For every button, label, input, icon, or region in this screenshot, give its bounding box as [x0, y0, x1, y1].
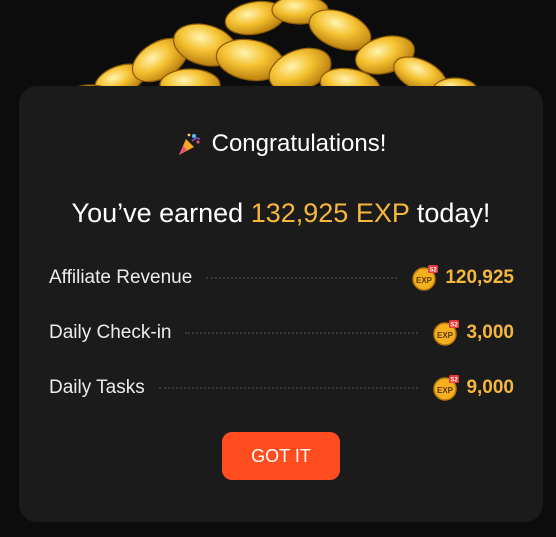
earned-headline: You’ve earned 132,925 EXP today! — [19, 198, 543, 229]
party-popper-icon — [178, 133, 200, 155]
season-badge-text: S2 — [451, 323, 459, 329]
season-badge-text: S2 — [430, 268, 438, 274]
reward-row-value: 3,000 — [466, 322, 514, 343]
exp-badge-text: EXP — [437, 331, 454, 340]
season-badge-text: S2 — [451, 378, 459, 384]
reward-row-value: 9,000 — [466, 377, 514, 398]
dotted-leader — [185, 332, 419, 334]
reward-row-daily-tasks: Daily Tasks EXP S2 9,000 — [49, 373, 514, 403]
exp-badge-text: EXP — [416, 276, 433, 285]
congratulations-text: Congratulations! — [211, 130, 387, 157]
reward-row-value: 120,925 — [445, 267, 514, 288]
headline-prefix: You’ve earned — [71, 198, 244, 228]
got-it-button[interactable]: GOT IT — [222, 432, 340, 480]
dotted-leader — [158, 387, 419, 389]
reward-row-label: Daily Check-in — [49, 322, 172, 343]
headline-suffix: today! — [416, 198, 491, 228]
headline-amount: 132,925 EXP — [250, 198, 410, 228]
exp-badge-icon: EXP S2 — [412, 265, 439, 291]
exp-badge-text: EXP — [437, 386, 454, 395]
reward-row-affiliate-revenue: Affiliate Revenue EXP S2 120,925 — [49, 263, 514, 293]
reward-row-label: Affiliate Revenue — [49, 267, 193, 288]
reward-row-daily-checkin: Daily Check-in EXP S2 3,000 — [49, 318, 514, 348]
congratulations-heading: Congratulations! — [19, 130, 543, 158]
reward-row-label: Daily Tasks — [49, 377, 145, 398]
dotted-leader — [206, 277, 398, 279]
exp-badge-icon: EXP S2 — [433, 320, 460, 346]
exp-summary-dialog: Congratulations! You’ve earned 132,925 E… — [19, 86, 543, 522]
exp-badge-icon: EXP S2 — [433, 375, 460, 401]
